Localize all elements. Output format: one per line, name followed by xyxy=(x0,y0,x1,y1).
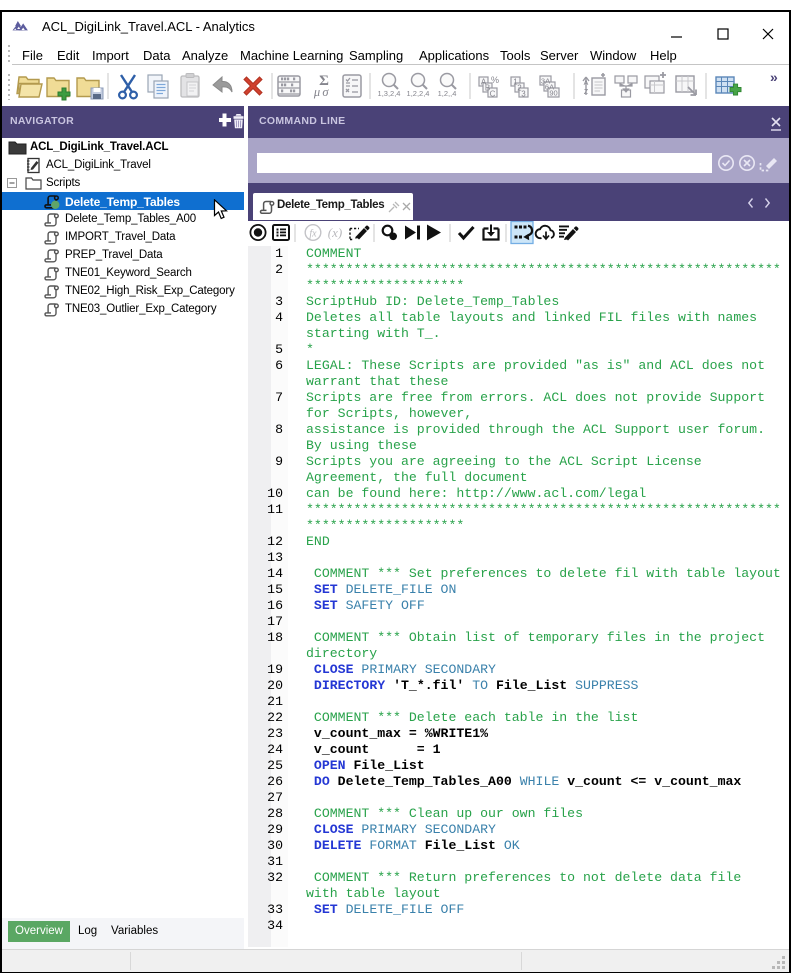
svg-text:fx: fx xyxy=(309,228,317,239)
svg-text:1,3,2,4: 1,3,2,4 xyxy=(378,89,401,98)
svg-text:Z: Z xyxy=(584,89,589,96)
svg-text:1,2,2,4: 1,2,2,4 xyxy=(407,89,430,98)
svg-text:σ: σ xyxy=(322,85,329,99)
svg-text:90: 90 xyxy=(549,89,557,98)
svg-text:A: A xyxy=(584,80,589,87)
svg-text:C: C xyxy=(490,90,496,99)
svg-text:%: % xyxy=(491,75,499,85)
svg-text:3: 3 xyxy=(521,90,526,99)
svg-text:1,2,,4: 1,2,,4 xyxy=(438,89,457,98)
svg-text:μ: μ xyxy=(313,85,320,99)
svg-text:(x): (x) xyxy=(328,225,342,240)
svg-text:»: » xyxy=(770,69,778,85)
